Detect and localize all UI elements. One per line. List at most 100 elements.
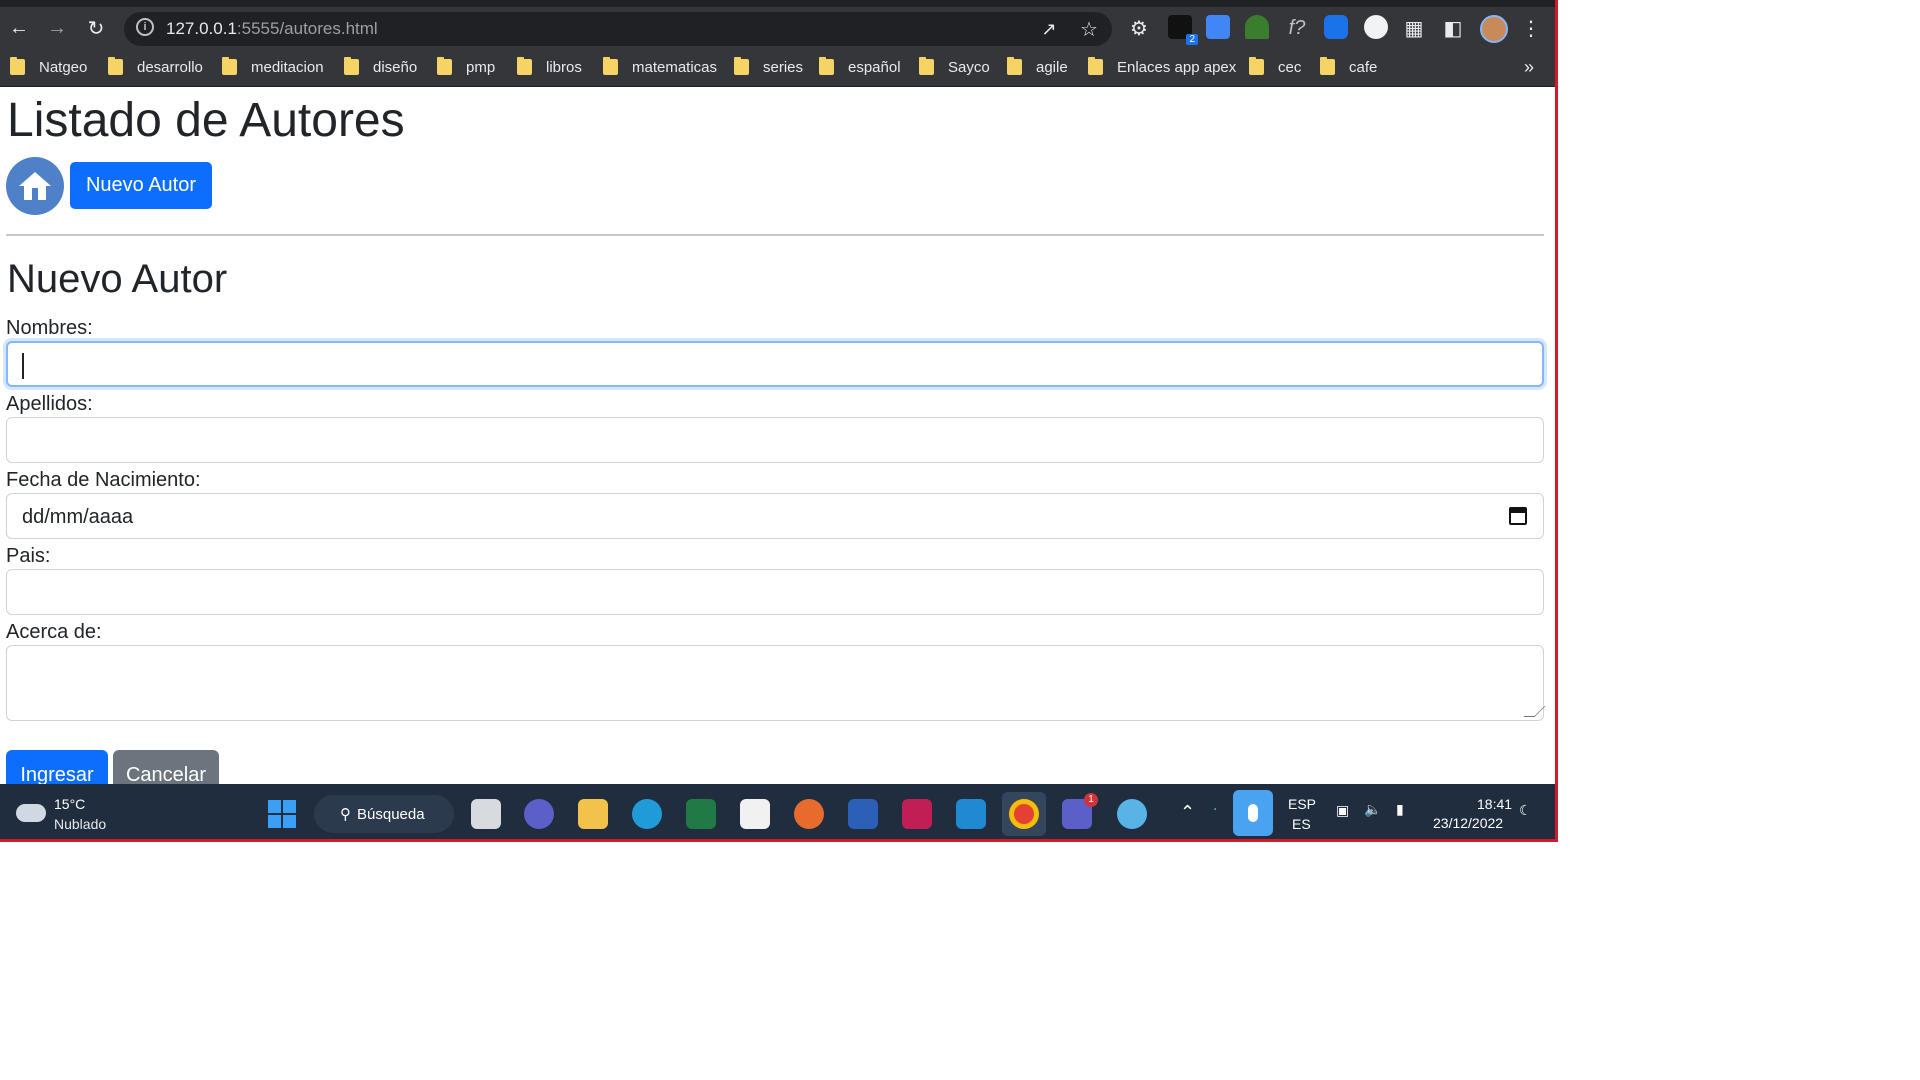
bookmark-agile[interactable]: agile (1007, 56, 1068, 78)
date-placeholder: dd/mm/aaaa (22, 506, 134, 528)
cancelar-button[interactable]: Cancelar (113, 750, 219, 784)
battery-icon[interactable]: ▮ (1396, 801, 1404, 818)
folder-icon (108, 57, 123, 75)
bookmark-pmp[interactable]: pmp (437, 56, 495, 78)
extension-icon[interactable]: 2 (1168, 15, 1198, 45)
fecha-nacimiento-input[interactable]: dd/mm/aaaa (6, 493, 1544, 539)
pais-input[interactable] (6, 569, 1544, 615)
bookmark-star-icon[interactable]: ☆ (1076, 16, 1102, 42)
word-icon[interactable] (848, 799, 878, 829)
calendar-icon[interactable] (1509, 507, 1527, 525)
back-icon[interactable]: ← (6, 15, 32, 41)
translate-extension-icon[interactable] (1206, 15, 1230, 39)
cloud-icon[interactable] (16, 804, 46, 822)
excel-icon[interactable] (686, 799, 716, 829)
teams-chat-icon[interactable] (524, 799, 554, 829)
browser-toolbar: ← → ↻ i 127.0.0.1:5555/autores.html ↗ ☆ … (0, 0, 1555, 48)
resize-handle-icon[interactable] (1523, 706, 1546, 717)
bookmark-libros[interactable]: libros (517, 56, 582, 78)
language-bottom[interactable]: ES (1292, 816, 1311, 832)
taskbar-search[interactable]: ⚲ Búsqueda (314, 795, 454, 833)
home-button[interactable] (6, 157, 64, 215)
language-top[interactable]: ESP (1288, 796, 1316, 812)
folder-icon (517, 57, 532, 75)
start-button[interactable] (268, 800, 296, 828)
task-view-icon[interactable] (471, 799, 501, 829)
tray-chevron-up-icon[interactable]: ⌃ (1180, 802, 1195, 823)
ingresar-button[interactable]: Ingresar (6, 750, 108, 784)
store-icon[interactable] (740, 799, 770, 829)
house-icon (19, 172, 51, 200)
extensions-puzzle-icon[interactable]: ▦ (1401, 15, 1427, 41)
folder-icon (819, 57, 834, 75)
url-path: :5555/autores.html (236, 19, 378, 38)
microphone-button[interactable] (1233, 790, 1273, 836)
folder-icon (1088, 57, 1103, 75)
share-icon[interactable]: ↗ (1036, 16, 1062, 42)
bookmark-diseno[interactable]: diseño (344, 56, 417, 78)
paint-icon[interactable] (1117, 799, 1147, 829)
folder-icon (603, 57, 618, 75)
file-explorer-icon[interactable] (578, 799, 608, 829)
more-bookmarks-chevron[interactable]: » (1524, 56, 1534, 78)
folder-icon (1249, 57, 1264, 75)
acerca-textarea[interactable] (6, 645, 1546, 721)
formula-extension-icon[interactable]: f? (1284, 15, 1310, 41)
weather-condition[interactable]: Nublado (54, 816, 106, 832)
nuevo-autor-button[interactable]: Nuevo Autor (70, 162, 212, 209)
folder-icon (437, 57, 452, 75)
shield-extension-icon[interactable] (1324, 15, 1348, 39)
network-icon[interactable]: ▣ (1336, 802, 1349, 819)
menu-kebab-icon[interactable]: ⋮ (1518, 15, 1544, 41)
folder-icon (1007, 57, 1022, 75)
folder-icon (919, 57, 934, 75)
intellij-icon[interactable] (902, 799, 932, 829)
forward-icon[interactable]: → (44, 15, 70, 41)
bookmark-series[interactable]: series (734, 56, 803, 78)
vscode-icon[interactable] (956, 799, 986, 829)
bookmark-enlaces-app-apex[interactable]: Enlaces app apex (1088, 56, 1236, 78)
folder-icon (222, 57, 237, 75)
apellidos-label: Apellidos: (6, 393, 93, 415)
teams-icon[interactable]: 1 (1062, 793, 1098, 829)
taskbar: 15°C Nublado ⚲ Búsqueda 1 ⌃ ᛫ ESP ES ▣ 🔈 … (0, 784, 1555, 839)
volume-icon[interactable]: 🔈 (1364, 801, 1381, 818)
tree-extension-icon[interactable] (1245, 15, 1269, 39)
page-content: Listado de Autores Nuevo Autor Nuevo Aut… (0, 87, 1555, 784)
chrome-icon (1009, 799, 1039, 829)
folder-icon (344, 57, 359, 75)
moon-icon[interactable]: ☾ (1519, 802, 1532, 819)
address-bar[interactable]: i 127.0.0.1:5555/autores.html ↗ ☆ (124, 12, 1112, 46)
circle-extension-icon[interactable] (1364, 15, 1388, 39)
site-info-icon[interactable]: i (136, 18, 154, 36)
apellidos-input[interactable] (6, 417, 1544, 463)
clock-time[interactable]: 18:41 (1477, 796, 1512, 812)
edge-icon[interactable] (632, 799, 662, 829)
reload-icon[interactable]: ↻ (83, 15, 109, 41)
bluetooth-icon[interactable]: ᛫ (1211, 802, 1219, 818)
pais-label: Pais: (6, 545, 51, 567)
firefox-icon[interactable] (794, 799, 824, 829)
bookmark-cec[interactable]: cec (1249, 56, 1301, 78)
side-panel-icon[interactable]: ◧ (1440, 15, 1466, 41)
bookmark-espanol[interactable]: español (819, 56, 901, 78)
bookmark-meditacion[interactable]: meditacion (222, 56, 324, 78)
bookmark-matematicas[interactable]: matematicas (603, 56, 717, 78)
chrome-active-tile[interactable] (1002, 792, 1046, 836)
url-host: 127.0.0.1 (166, 19, 237, 38)
bookmark-sayco[interactable]: Sayco (919, 56, 990, 78)
search-icon: ⚲ (340, 806, 351, 823)
bookmark-desarrollo[interactable]: desarrollo (108, 56, 203, 78)
settings-extension-icon[interactable]: ⚙ (1126, 15, 1152, 41)
bookmark-cafe[interactable]: cafe (1320, 56, 1377, 78)
profile-avatar[interactable] (1480, 15, 1508, 43)
bookmark-natgeo[interactable]: Natgeo (10, 56, 87, 78)
weather-temperature[interactable]: 15°C (54, 796, 85, 812)
nombres-input[interactable] (6, 341, 1544, 387)
text-caret (22, 353, 24, 379)
form-title: Nuevo Autor (7, 257, 228, 301)
acerca-label: Acerca de: (6, 621, 102, 643)
clock-date[interactable]: 23/12/2022 (1433, 815, 1503, 831)
fecha-nacimiento-label: Fecha de Nacimiento: (6, 469, 201, 491)
folder-icon (734, 57, 749, 75)
